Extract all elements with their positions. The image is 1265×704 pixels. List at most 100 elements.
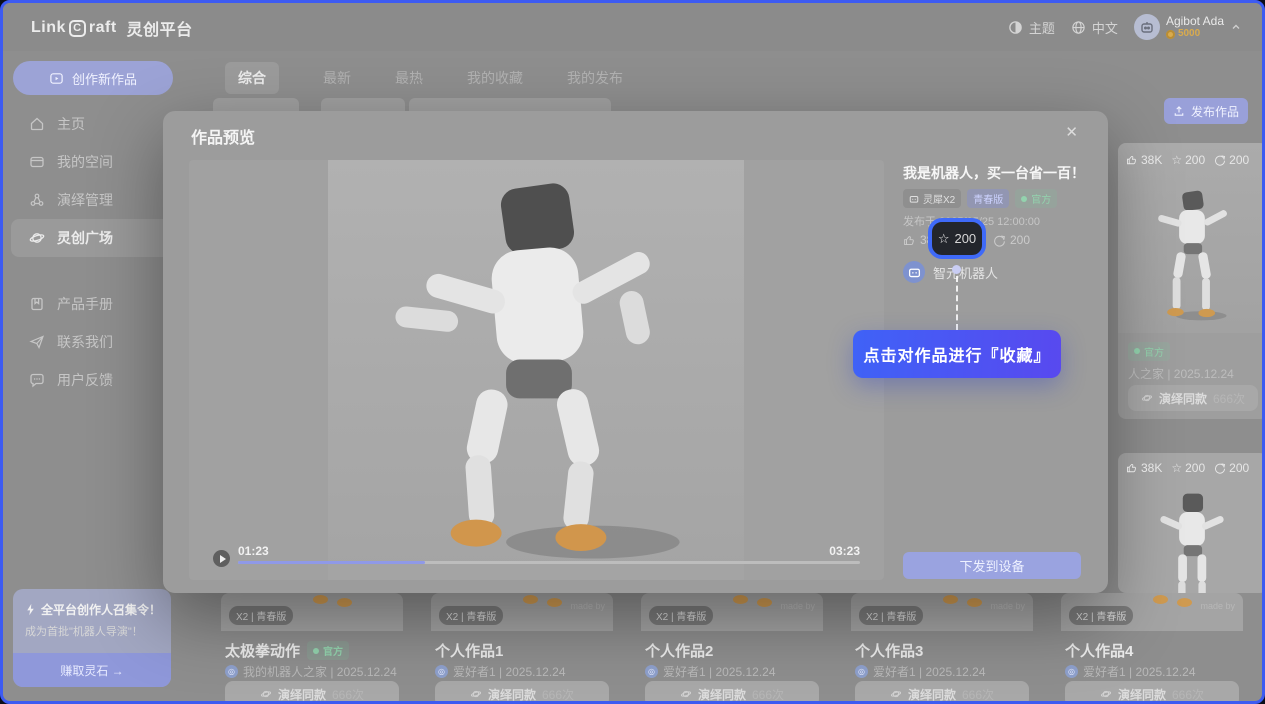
favorite-stat[interactable]: ☆200 bbox=[1171, 461, 1205, 475]
author-avatar-icon: ◎ bbox=[435, 665, 448, 678]
share-stat[interactable]: 200 bbox=[1214, 461, 1249, 475]
work-card[interactable]: 38K ☆200 200 官方 人之家 | 2025.12. bbox=[1118, 143, 1265, 419]
work-card[interactable]: X2 | 青春版 made by 个人作品1 ◎爱好者1 | 2025.12.2… bbox=[431, 593, 613, 704]
sidebar-item-performance-management[interactable]: 演绎管理 bbox=[3, 181, 183, 219]
earn-gems-button[interactable]: 赚取灵石 → bbox=[13, 653, 171, 687]
official-tag: 官方 bbox=[1015, 189, 1057, 208]
like-stat[interactable]: 38K bbox=[1126, 153, 1162, 167]
planet-icon bbox=[890, 688, 902, 700]
create-icon bbox=[49, 71, 64, 86]
work-card[interactable]: 38K ☆200 200 bbox=[1118, 453, 1265, 593]
sidebar-item-label: 用户反馈 bbox=[57, 370, 113, 390]
favorite-count: 200 bbox=[1185, 153, 1205, 167]
brand-c-icon: C bbox=[69, 20, 86, 37]
favorite-stat[interactable]: ☆200 bbox=[1171, 153, 1205, 167]
watermark: made by bbox=[1200, 601, 1235, 611]
publish-label: 发布作品 bbox=[1191, 103, 1239, 120]
sidebar-item-lingchuang-square[interactable]: 灵创广场 bbox=[11, 219, 173, 257]
star-icon: ☆ bbox=[1171, 153, 1182, 167]
theme-toggle[interactable]: 主题 bbox=[1008, 18, 1055, 37]
robot-thumbnail bbox=[1146, 181, 1238, 331]
planet-icon bbox=[470, 688, 482, 700]
planet-icon bbox=[29, 230, 45, 246]
card-title: 太极拳动作 bbox=[225, 640, 300, 661]
replay-label: 演绎同款 bbox=[908, 686, 956, 703]
planet-icon bbox=[680, 688, 692, 700]
replay-same-button[interactable]: 演绎同款 666次 bbox=[1128, 385, 1258, 411]
sidebar-item-product-manual[interactable]: 产品手册 bbox=[3, 285, 183, 323]
feed-tabs: 综合 最新 最热 我的收藏 我的发布 bbox=[225, 63, 623, 93]
model-badge: X2 | 青春版 bbox=[859, 606, 923, 625]
theme-label: 主题 bbox=[1029, 18, 1055, 37]
replay-count: 666次 bbox=[1172, 686, 1204, 703]
replay-same-button[interactable]: 演绎同款 666次 bbox=[435, 681, 609, 704]
card-author-date: 爱好者1 | 2025.12.24 bbox=[453, 663, 566, 680]
tour-connector-dot bbox=[952, 265, 961, 274]
work-card[interactable]: X2 | 青春版 太极拳动作 官方 ◎我的机器人之家 | 2025.12.24 … bbox=[221, 593, 403, 704]
card-author-date: 我的机器人之家 | 2025.12.24 bbox=[243, 663, 397, 680]
publish-work-button[interactable]: 发布作品 bbox=[1164, 98, 1248, 124]
card-title: 个人作品2 bbox=[645, 640, 713, 661]
send-to-device-button[interactable]: 下发到设备 bbox=[903, 552, 1081, 579]
promo-subtitle: 成为首批"机器人导演"！ bbox=[25, 623, 143, 639]
card-author-date: 爱好者1 | 2025.12.24 bbox=[663, 663, 776, 680]
play-button[interactable] bbox=[213, 550, 230, 567]
work-card[interactable]: X2 | 青春版 made by 个人作品2 ◎爱好者1 | 2025.12.2… bbox=[641, 593, 823, 704]
watermark: made by bbox=[570, 601, 605, 611]
paper-plane-icon bbox=[29, 334, 45, 350]
replay-count: 666次 bbox=[1213, 390, 1245, 407]
card-author-date: 爱好者1 | 2025.12.24 bbox=[1083, 663, 1196, 680]
sidebar-item-my-space[interactable]: 我的空间 bbox=[3, 143, 183, 181]
watermark: made by bbox=[780, 601, 815, 611]
model-badge: X2 | 青春版 bbox=[649, 606, 713, 625]
sidebar-item-label: 我的空间 bbox=[57, 152, 113, 172]
watermark: made by bbox=[990, 601, 1025, 611]
close-icon[interactable]: ✕ bbox=[1065, 123, 1078, 141]
favorite-count: 200 bbox=[954, 231, 976, 246]
tab-comprehensive[interactable]: 综合 bbox=[225, 62, 279, 94]
create-new-work-button[interactable]: 创作新作品 bbox=[13, 61, 173, 95]
work-card[interactable]: X2 | 青春版 made by 个人作品4 ◎爱好者1 | 2025.12.2… bbox=[1061, 593, 1243, 704]
sidebar-item-contact-us[interactable]: 联系我们 bbox=[3, 323, 183, 361]
tab-hottest[interactable]: 最热 bbox=[395, 68, 423, 88]
sidebar-item-label: 产品手册 bbox=[57, 294, 113, 314]
author-avatar-icon: ◎ bbox=[855, 665, 868, 678]
tab-my-posts[interactable]: 我的发布 bbox=[567, 68, 623, 88]
work-card[interactable]: X2 | 青春版 made by 个人作品3 ◎爱好者1 | 2025.12.2… bbox=[851, 593, 1033, 704]
replay-same-button[interactable]: 演绎同款 666次 bbox=[225, 681, 399, 704]
card-title: 个人作品4 bbox=[1065, 640, 1133, 661]
favorite-button-highlighted[interactable]: ☆ 200 bbox=[928, 218, 986, 259]
replay-label: 演绎同款 bbox=[1159, 390, 1207, 407]
brand-logo-pre: Link bbox=[31, 19, 66, 37]
sidebar-item-label: 联系我们 bbox=[57, 332, 113, 352]
star-icon: ☆ bbox=[938, 231, 950, 247]
like-count: 38K bbox=[1141, 461, 1162, 475]
chevron-up-icon[interactable] bbox=[1230, 21, 1242, 33]
like-stat[interactable]: 38K bbox=[1126, 461, 1162, 475]
progress-bar[interactable] bbox=[238, 561, 860, 564]
tour-tooltip: 点击对作品进行『收藏』 bbox=[853, 330, 1061, 378]
share-stat[interactable]: 200 bbox=[1214, 153, 1249, 167]
tab-newest[interactable]: 最新 bbox=[323, 68, 351, 88]
user-menu[interactable]: Agibot Ada 5000 bbox=[1134, 14, 1242, 40]
bolt-icon bbox=[25, 603, 36, 616]
share-button[interactable]: 200 bbox=[993, 233, 1030, 247]
replay-same-button[interactable]: 演绎同款 666次 bbox=[645, 681, 819, 704]
sidebar-item-home[interactable]: 主页 bbox=[3, 105, 183, 143]
video-frame bbox=[328, 160, 744, 580]
replay-same-button[interactable]: 演绎同款 666次 bbox=[1065, 681, 1239, 704]
replay-label: 演绎同款 bbox=[278, 686, 326, 703]
sidebar-item-user-feedback[interactable]: 用户反馈 bbox=[3, 361, 183, 399]
replay-same-button[interactable]: 演绎同款 666次 bbox=[855, 681, 1029, 704]
tab-my-favorites[interactable]: 我的收藏 bbox=[467, 68, 523, 88]
replay-label: 演绎同款 bbox=[698, 686, 746, 703]
theme-icon bbox=[1008, 20, 1023, 35]
card-author-date: 人之家 | 2025.12.24 bbox=[1128, 365, 1234, 382]
share-count: 200 bbox=[1229, 153, 1249, 167]
author-avatar-icon: ◎ bbox=[1065, 665, 1078, 678]
sidebar: 创作新作品 主页 我的空间 演绎管理 灵创广场 产品手册 bbox=[3, 51, 183, 701]
model-badge: X2 | 青春版 bbox=[439, 606, 503, 625]
language-switcher[interactable]: 中文 bbox=[1071, 18, 1118, 37]
author-row[interactable]: 智元机器人 bbox=[903, 261, 998, 283]
author-avatar-icon: ◎ bbox=[225, 665, 238, 678]
